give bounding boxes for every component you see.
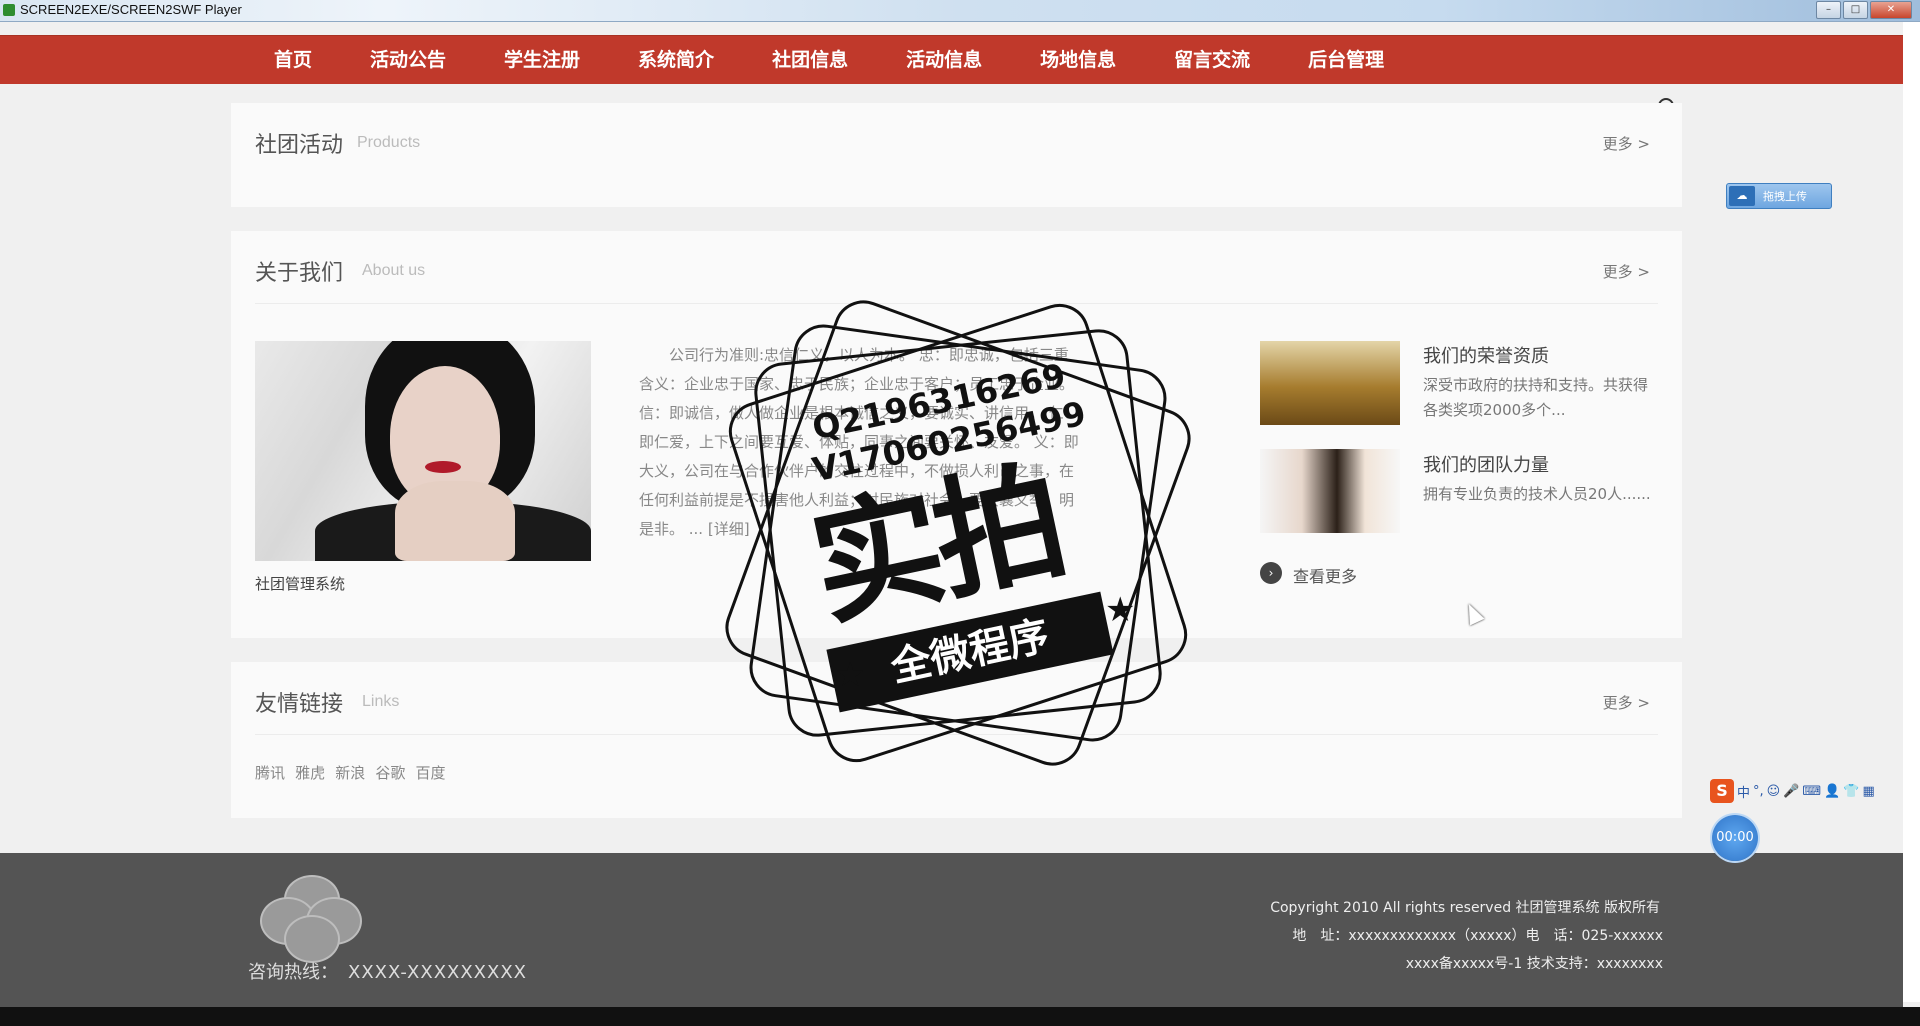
section-title: 社团活动 (255, 133, 344, 158)
player-bottom-bar (0, 1007, 1920, 1026)
link-baidu[interactable]: 百度 (415, 764, 445, 782)
main-nav: 首页 活动公告 学生注册 系统简介 社团信息 活动信息 场地信息 留言交流 后台… (0, 35, 1903, 84)
nav-item-admin[interactable]: 后台管理 (1279, 36, 1413, 84)
more-link[interactable]: 更多 > (1603, 133, 1650, 154)
ime-menu-icon[interactable]: ▦ (1863, 784, 1875, 799)
app-icon (3, 4, 15, 16)
ime-emoji-icon[interactable]: ☺ (1767, 784, 1781, 799)
address-text: 地 址：xxxxxxxxxxxxx（xxxxx）电 话：025-xxxxxx (1292, 928, 1663, 944)
nav-item-venues[interactable]: 场地信息 (1011, 36, 1145, 84)
section-title: 关于我们 (255, 261, 344, 286)
more-link[interactable]: 更多 > (1603, 261, 1650, 282)
about-image[interactable] (255, 341, 591, 561)
recording-timer[interactable]: 00:00 (1712, 815, 1758, 861)
team-desc: 拥有专业负责的技术人员20人...... (1423, 485, 1651, 503)
cloud-icon: ☁ (1729, 186, 1755, 206)
honor-title[interactable]: 我们的荣誉资质 (1423, 342, 1549, 368)
link-sina[interactable]: 新浪 (335, 764, 365, 782)
window-title-bar: SCREEN2EXE/SCREEN2SWF Player – □ ✕ (0, 0, 1920, 22)
about-panel: 关于我们 About us 更多 > 社团管理系统 公司行为准则:忠信仁义，以人… (231, 231, 1682, 638)
link-yahoo[interactable]: 雅虎 (295, 764, 325, 782)
nav-item-intro[interactable]: 系统简介 (609, 36, 743, 84)
footer: 咨询热线： XXXX-XXXXXXXXX Copyright 2010 All r… (0, 853, 1903, 1007)
nav-item-messages[interactable]: 留言交流 (1145, 36, 1279, 84)
ime-punct-icon[interactable]: °, (1753, 784, 1764, 799)
nav-item-announcements[interactable]: 活动公告 (341, 36, 475, 84)
copyright-text: Copyright 2010 All rights reserved 社团管理系… (1270, 900, 1660, 916)
right-scroll-strip (1903, 22, 1920, 1002)
ime-keyboard-icon[interactable]: ⌨ (1802, 784, 1821, 799)
view-more-link[interactable]: 查看更多 (1293, 563, 1357, 587)
maximize-button[interactable]: □ (1843, 1, 1868, 19)
section-subtitle: Links (362, 693, 400, 710)
footer-logo (260, 875, 362, 963)
section-subtitle: About us (362, 262, 426, 279)
about-text: 公司行为准则:忠信仁义，以人为本。 忠：即忠诚，包括三重含义：企业忠于国家、忠于… (639, 341, 1079, 544)
ime-chinese-toggle[interactable]: 中 (1737, 782, 1750, 801)
ime-mic-icon[interactable]: 🎤 (1783, 784, 1799, 799)
ime-logo-icon[interactable]: S (1710, 779, 1734, 803)
ime-skin-icon[interactable]: 👕 (1843, 784, 1859, 799)
about-paragraph: 公司行为准则:忠信仁义，以人为本。 忠：即忠诚，包括三重含义：企业忠于国家、忠于… (639, 346, 1079, 538)
ime-toolbar: S 中 °, ☺ 🎤 ⌨ 👤 👕 ▦ (1710, 778, 1875, 804)
hotline: 咨询热线： XXXX-XXXXXXXXX (248, 958, 527, 984)
nav-item-home[interactable]: 首页 (245, 36, 341, 84)
links-list: 腾讯 雅虎 新浪 谷歌 百度 (255, 762, 450, 783)
nav-item-register[interactable]: 学生注册 (475, 36, 609, 84)
honor-desc: 深受市政府的扶持和支持。共获得各类奖项2000多个... (1423, 376, 1649, 419)
nav-item-activities[interactable]: 活动信息 (877, 36, 1011, 84)
link-google[interactable]: 谷歌 (375, 764, 405, 782)
hotline-number: XXXX-XXXXXXXXX (348, 962, 528, 983)
close-button[interactable]: ✕ (1870, 1, 1912, 19)
icp-text: xxxx备xxxxx号-1 技术支持：xxxxxxxx (1405, 956, 1663, 972)
honor-thumbnail[interactable] (1260, 341, 1400, 425)
activities-panel: 社团活动 Products 更多 > (231, 103, 1682, 207)
window-controls: – □ ✕ (1816, 1, 1912, 19)
more-link[interactable]: 更多 > (1603, 692, 1650, 713)
drag-upload-button[interactable]: ☁ 拖拽上传 (1726, 183, 1832, 209)
section-subtitle: Products (357, 134, 421, 151)
upload-label: 拖拽上传 (1763, 190, 1807, 203)
section-title: 友情链接 (255, 692, 344, 717)
window-title: SCREEN2EXE/SCREEN2SWF Player (20, 2, 242, 17)
chevron-right-icon: › (1260, 562, 1282, 584)
about-image-caption[interactable]: 社团管理系统 (255, 573, 345, 594)
ime-user-icon[interactable]: 👤 (1824, 784, 1840, 799)
team-thumbnail[interactable] (1260, 449, 1400, 533)
minimize-button[interactable]: – (1816, 1, 1841, 19)
hotline-label: 咨询热线： (248, 962, 338, 983)
links-panel: 友情链接 Links 更多 > 腾讯 雅虎 新浪 谷歌 百度 (231, 662, 1682, 818)
link-tencent[interactable]: 腾讯 (255, 764, 285, 782)
team-title[interactable]: 我们的团队力量 (1423, 451, 1549, 477)
nav-item-clubs[interactable]: 社团信息 (743, 36, 877, 84)
detail-link[interactable]: [详细] (708, 520, 750, 538)
